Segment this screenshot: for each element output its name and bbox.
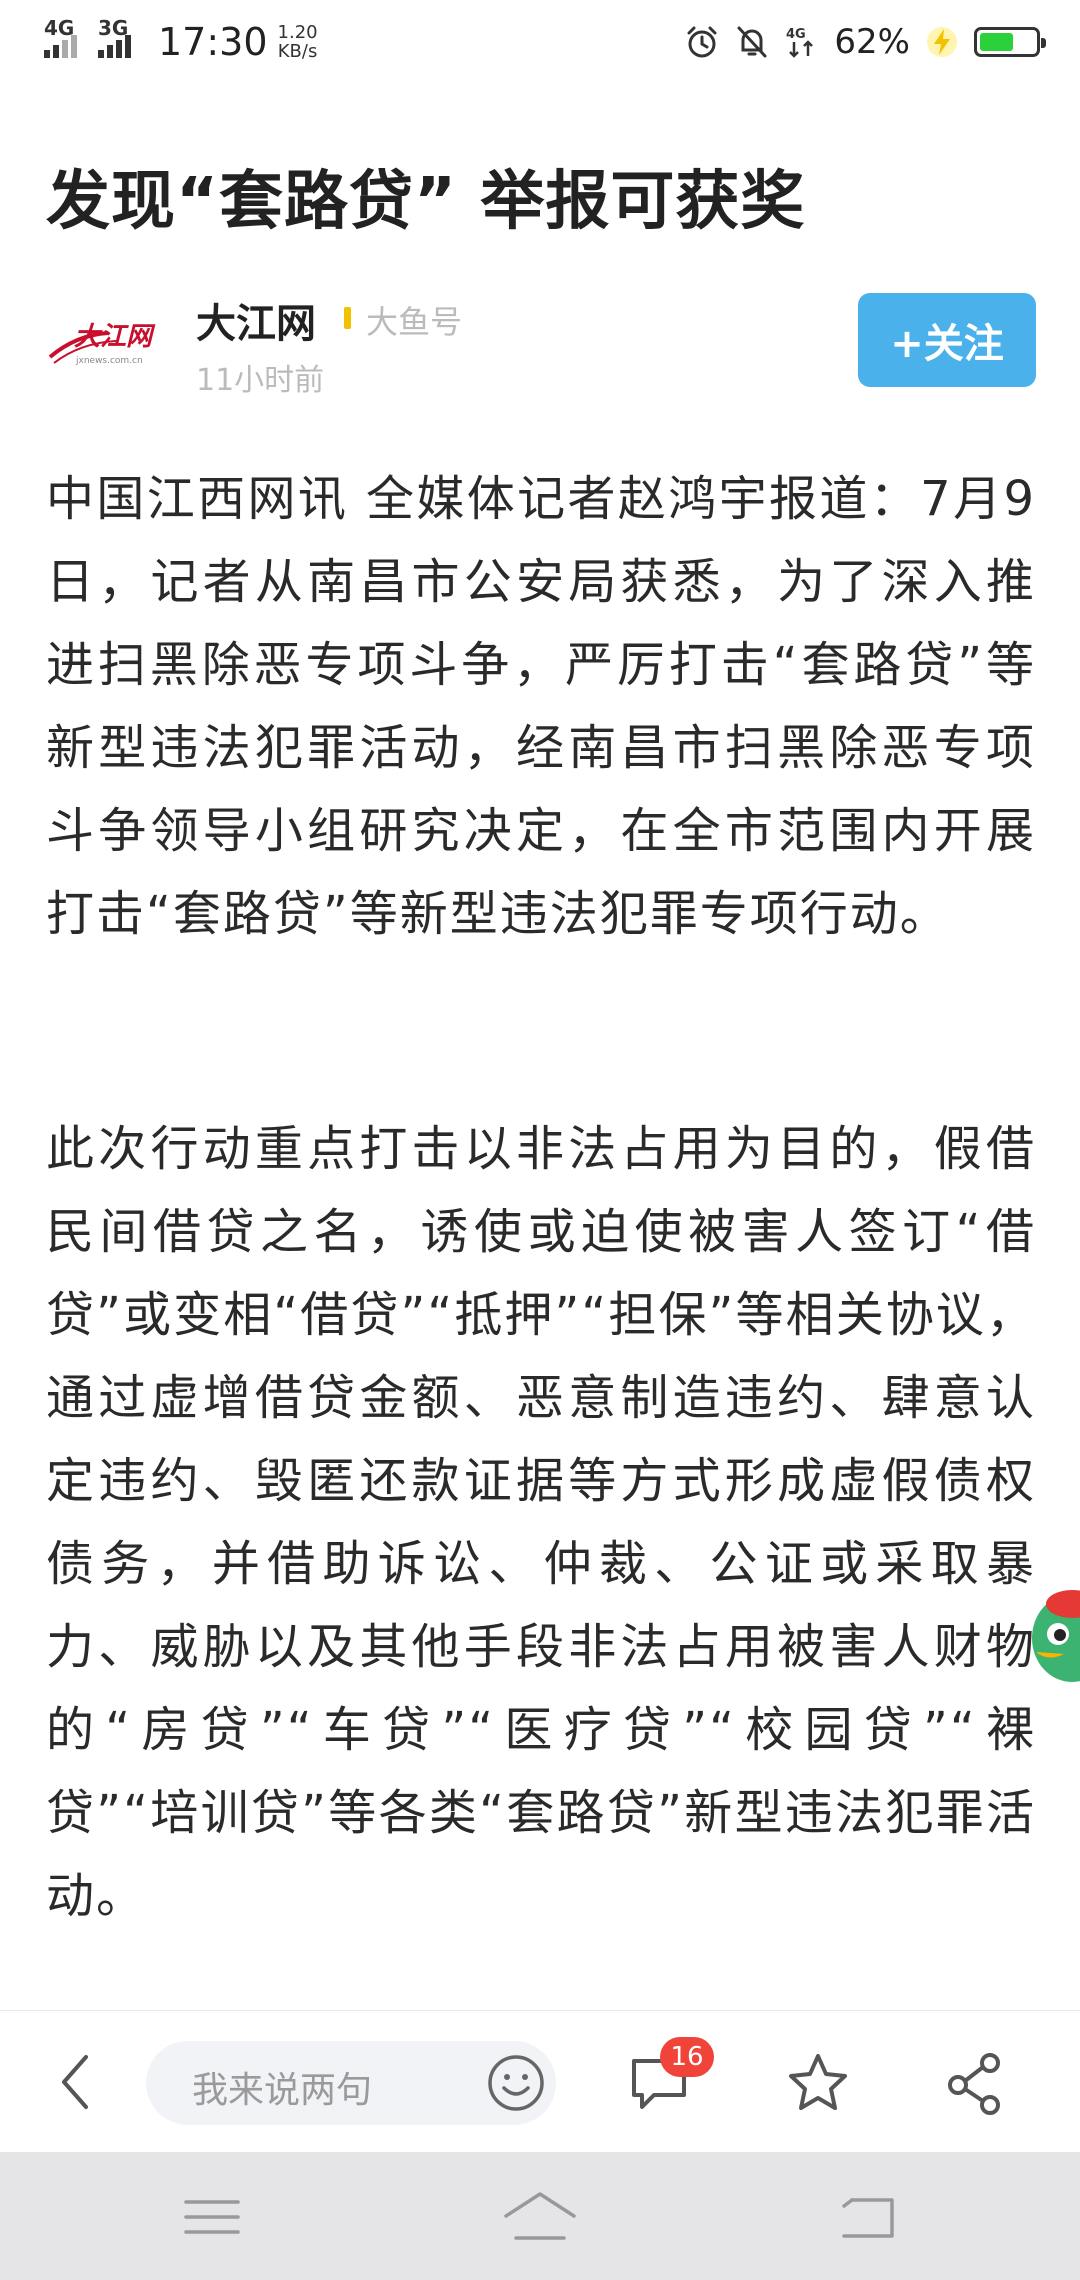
speed-unit: KB/s xyxy=(277,41,318,62)
comment-count-badge: 16 xyxy=(660,2037,714,2077)
battery-icon xyxy=(974,27,1046,57)
author-source: 大鱼号 xyxy=(366,303,463,341)
cell-signal-2-icon: 3G xyxy=(98,16,142,64)
emoji-icon[interactable] xyxy=(486,2053,546,2113)
cell-signal-1-icon: 4G xyxy=(44,16,88,64)
floating-mascot-icon[interactable] xyxy=(1028,1582,1080,1690)
svg-text:jxnews.com.cn: jxnews.com.cn xyxy=(75,356,143,366)
home-icon[interactable] xyxy=(502,2188,578,2244)
publisher-logo[interactable]: 大江网 jxnews.com.cn xyxy=(46,305,166,375)
article-paragraph: 中国江西网讯 全媒体记者赵鸿宇报道：7月9日，记者从南昌市公安局获悉，为了深入推… xyxy=(46,471,1036,942)
mute-icon xyxy=(737,26,767,58)
charging-icon xyxy=(927,27,957,57)
author-row: 大江网 jxnews.com.cn 大江网 大鱼号 11小时前 +关注 xyxy=(46,285,1036,405)
comment-placeholder: 我来说两句 xyxy=(192,2070,373,2111)
comment-input[interactable]: 我来说两句 xyxy=(146,2041,556,2125)
speed-value: 1.20 xyxy=(277,22,318,43)
svg-text:大江网: 大江网 xyxy=(74,322,156,352)
network-label: 4G xyxy=(786,27,806,42)
publish-time: 11小时前 xyxy=(196,363,325,398)
menu-icon[interactable] xyxy=(182,2192,242,2242)
favorite-star-icon[interactable] xyxy=(786,2051,850,2115)
article-title: 发现“套路贷” 举报可获奖 xyxy=(46,165,806,239)
data-arrows-icon: 4G xyxy=(786,27,814,58)
article-paragraph: 此次行动重点打击以非法占用为目的，假借民间借贷之名，诱使或迫使被害人签订“借贷”… xyxy=(46,1121,1036,1924)
battery-fill xyxy=(980,33,1013,51)
share-icon[interactable] xyxy=(944,2051,1008,2115)
battery-percent: 62% xyxy=(834,22,910,62)
network-speed: 1.20 KB/s xyxy=(278,23,318,61)
back-arrow-icon[interactable] xyxy=(48,2051,108,2113)
status-bar: 4G 3G 17:30 1.20 KB/s 4G 62% xyxy=(0,0,1080,80)
source-divider xyxy=(344,307,351,329)
back-nav-icon[interactable] xyxy=(838,2192,898,2242)
clock: 17:30 xyxy=(158,20,268,64)
author-name[interactable]: 大江网 xyxy=(196,291,316,349)
bottom-toolbar: 我来说两句 16 xyxy=(0,2010,1080,2153)
follow-button[interactable]: +关注 xyxy=(858,293,1036,387)
alarm-icon xyxy=(687,26,717,58)
system-nav-bar xyxy=(0,2152,1080,2280)
